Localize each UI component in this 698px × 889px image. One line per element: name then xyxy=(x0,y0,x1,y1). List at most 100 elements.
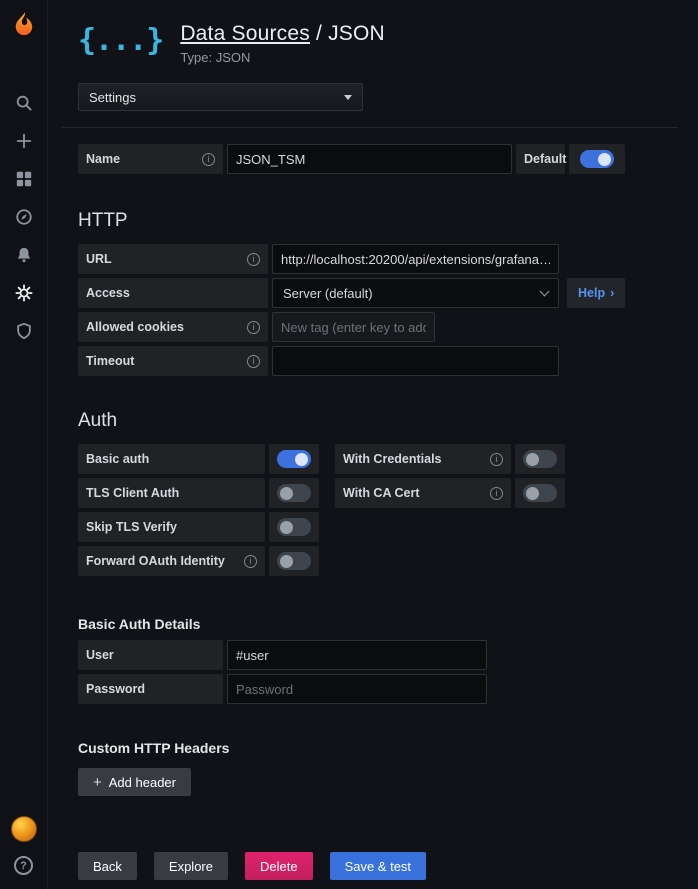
tls-client-auth-label-text: TLS Client Auth xyxy=(86,486,179,500)
skip-tls-verify-row: Skip TLS Verify xyxy=(78,512,678,542)
access-select[interactable]: Server (default) xyxy=(272,278,559,308)
sidebar-bottom: ? xyxy=(11,816,37,889)
sidebar: ? xyxy=(0,0,48,889)
gear-icon xyxy=(15,284,33,302)
with-ca-cert-toggle[interactable] xyxy=(515,478,565,508)
access-label: Access xyxy=(78,278,268,308)
info-icon[interactable]: i xyxy=(202,153,215,166)
compass-icon xyxy=(15,208,33,226)
http-heading: HTTP xyxy=(78,210,678,232)
timeout-input[interactable] xyxy=(272,346,559,376)
chevron-down-icon xyxy=(540,286,550,296)
url-row: URL i xyxy=(78,244,678,274)
url-input[interactable] xyxy=(272,244,559,274)
forward-oauth-label-text: Forward OAuth Identity xyxy=(86,554,225,568)
allowed-cookies-input[interactable] xyxy=(272,312,435,342)
breadcrumb: Data Sources / JSON xyxy=(180,22,385,46)
shield-icon xyxy=(15,322,33,340)
password-row: Password xyxy=(78,674,678,704)
user-row: User xyxy=(78,640,678,670)
titles: Data Sources / JSON Type: JSON xyxy=(180,22,385,65)
info-icon[interactable]: i xyxy=(490,453,503,466)
user-label: User xyxy=(78,640,223,670)
tls-client-auth-toggle[interactable] xyxy=(269,478,319,508)
tls-client-auth-switch[interactable] xyxy=(277,484,311,502)
timeout-row: Timeout i xyxy=(78,346,678,376)
app-root: ? {...} Data Sources / JSON Type: JSON S… xyxy=(0,0,698,889)
with-ca-cert-group: With CA Cert i xyxy=(335,478,565,508)
password-input[interactable] xyxy=(227,674,487,704)
name-label: Name i xyxy=(78,144,223,174)
grafana-logo[interactable] xyxy=(11,8,37,40)
with-credentials-group: With Credentials i xyxy=(335,444,565,474)
password-label-text: Password xyxy=(86,682,145,696)
skip-tls-verify-switch[interactable] xyxy=(277,518,311,536)
switch-knob xyxy=(295,453,308,466)
dashboards-grid-icon xyxy=(15,170,33,188)
plus-icon xyxy=(15,132,33,150)
url-label: URL i xyxy=(78,244,268,274)
sidebar-item-explore[interactable] xyxy=(0,198,48,236)
basic-auth-switch[interactable] xyxy=(277,450,311,468)
info-icon[interactable]: i xyxy=(244,555,257,568)
help-icon[interactable]: ? xyxy=(14,856,33,875)
info-icon[interactable]: i xyxy=(490,487,503,500)
info-icon[interactable]: i xyxy=(247,321,260,334)
basic-auth-toggle[interactable] xyxy=(269,444,319,474)
sidebar-item-server-admin[interactable] xyxy=(0,312,48,350)
info-icon[interactable]: i xyxy=(247,253,260,266)
user-input[interactable] xyxy=(227,640,487,670)
auth-heading: Auth xyxy=(78,410,678,432)
with-ca-cert-label-text: With CA Cert xyxy=(343,486,420,500)
default-toggle[interactable] xyxy=(569,144,625,174)
name-label-text: Name xyxy=(86,152,120,166)
forward-oauth-toggle[interactable] xyxy=(269,546,319,576)
allowed-cookies-row: Allowed cookies i xyxy=(78,312,678,342)
settings-tab-select[interactable]: Settings xyxy=(78,83,363,111)
default-label-text: Default xyxy=(524,152,566,166)
grafana-flame-icon xyxy=(11,11,37,37)
with-credentials-label: With Credentials i xyxy=(335,444,511,474)
caret-down-icon xyxy=(344,95,352,100)
allowed-cookies-label: Allowed cookies i xyxy=(78,312,268,342)
switch-knob xyxy=(598,153,611,166)
type-subtitle: Type: JSON xyxy=(180,50,385,65)
info-icon[interactable]: i xyxy=(247,355,260,368)
with-credentials-toggle[interactable] xyxy=(515,444,565,474)
with-ca-cert-switch[interactable] xyxy=(523,484,557,502)
with-credentials-label-text: With Credentials xyxy=(343,452,442,466)
add-header-label: Add header xyxy=(109,775,176,790)
default-label: Default xyxy=(516,144,565,174)
forward-oauth-switch[interactable] xyxy=(277,552,311,570)
add-header-button[interactable]: + Add header xyxy=(78,768,191,796)
breadcrumb-datasources-link[interactable]: Data Sources xyxy=(180,22,310,45)
with-credentials-switch[interactable] xyxy=(523,450,557,468)
sidebar-item-add[interactable] xyxy=(0,122,48,160)
chevron-right-icon: › xyxy=(610,286,614,300)
timeout-label-text: Timeout xyxy=(86,354,134,368)
breadcrumb-current: JSON xyxy=(328,22,385,45)
back-button[interactable]: Back xyxy=(78,852,137,880)
user-avatar[interactable] xyxy=(11,816,37,842)
name-input[interactable] xyxy=(227,144,512,174)
access-select-value: Server (default) xyxy=(283,286,373,301)
datasource-form: Name i Default HTTP URL i xyxy=(78,128,678,880)
default-switch[interactable] xyxy=(580,150,614,168)
main-content: {...} Data Sources / JSON Type: JSON Set… xyxy=(48,0,698,889)
explore-button[interactable]: Explore xyxy=(154,852,228,880)
forward-oauth-row: Forward OAuth Identity i xyxy=(78,546,678,576)
sidebar-item-search[interactable] xyxy=(0,84,48,122)
skip-tls-verify-toggle[interactable] xyxy=(269,512,319,542)
datasource-json-logo: {...} xyxy=(78,24,163,58)
help-button[interactable]: Help › xyxy=(567,278,625,308)
custom-headers-heading: Custom HTTP Headers xyxy=(78,740,678,756)
sidebar-item-configuration[interactable] xyxy=(0,274,48,312)
skip-tls-verify-label: Skip TLS Verify xyxy=(78,512,265,542)
sidebar-item-alerting[interactable] xyxy=(0,236,48,274)
name-row: Name i Default xyxy=(78,144,678,174)
breadcrumb-separator: / xyxy=(310,22,328,45)
save-and-test-button[interactable]: Save & test xyxy=(330,852,426,880)
delete-button[interactable]: Delete xyxy=(245,852,313,880)
sidebar-item-dashboards[interactable] xyxy=(0,160,48,198)
access-label-text: Access xyxy=(86,286,130,300)
